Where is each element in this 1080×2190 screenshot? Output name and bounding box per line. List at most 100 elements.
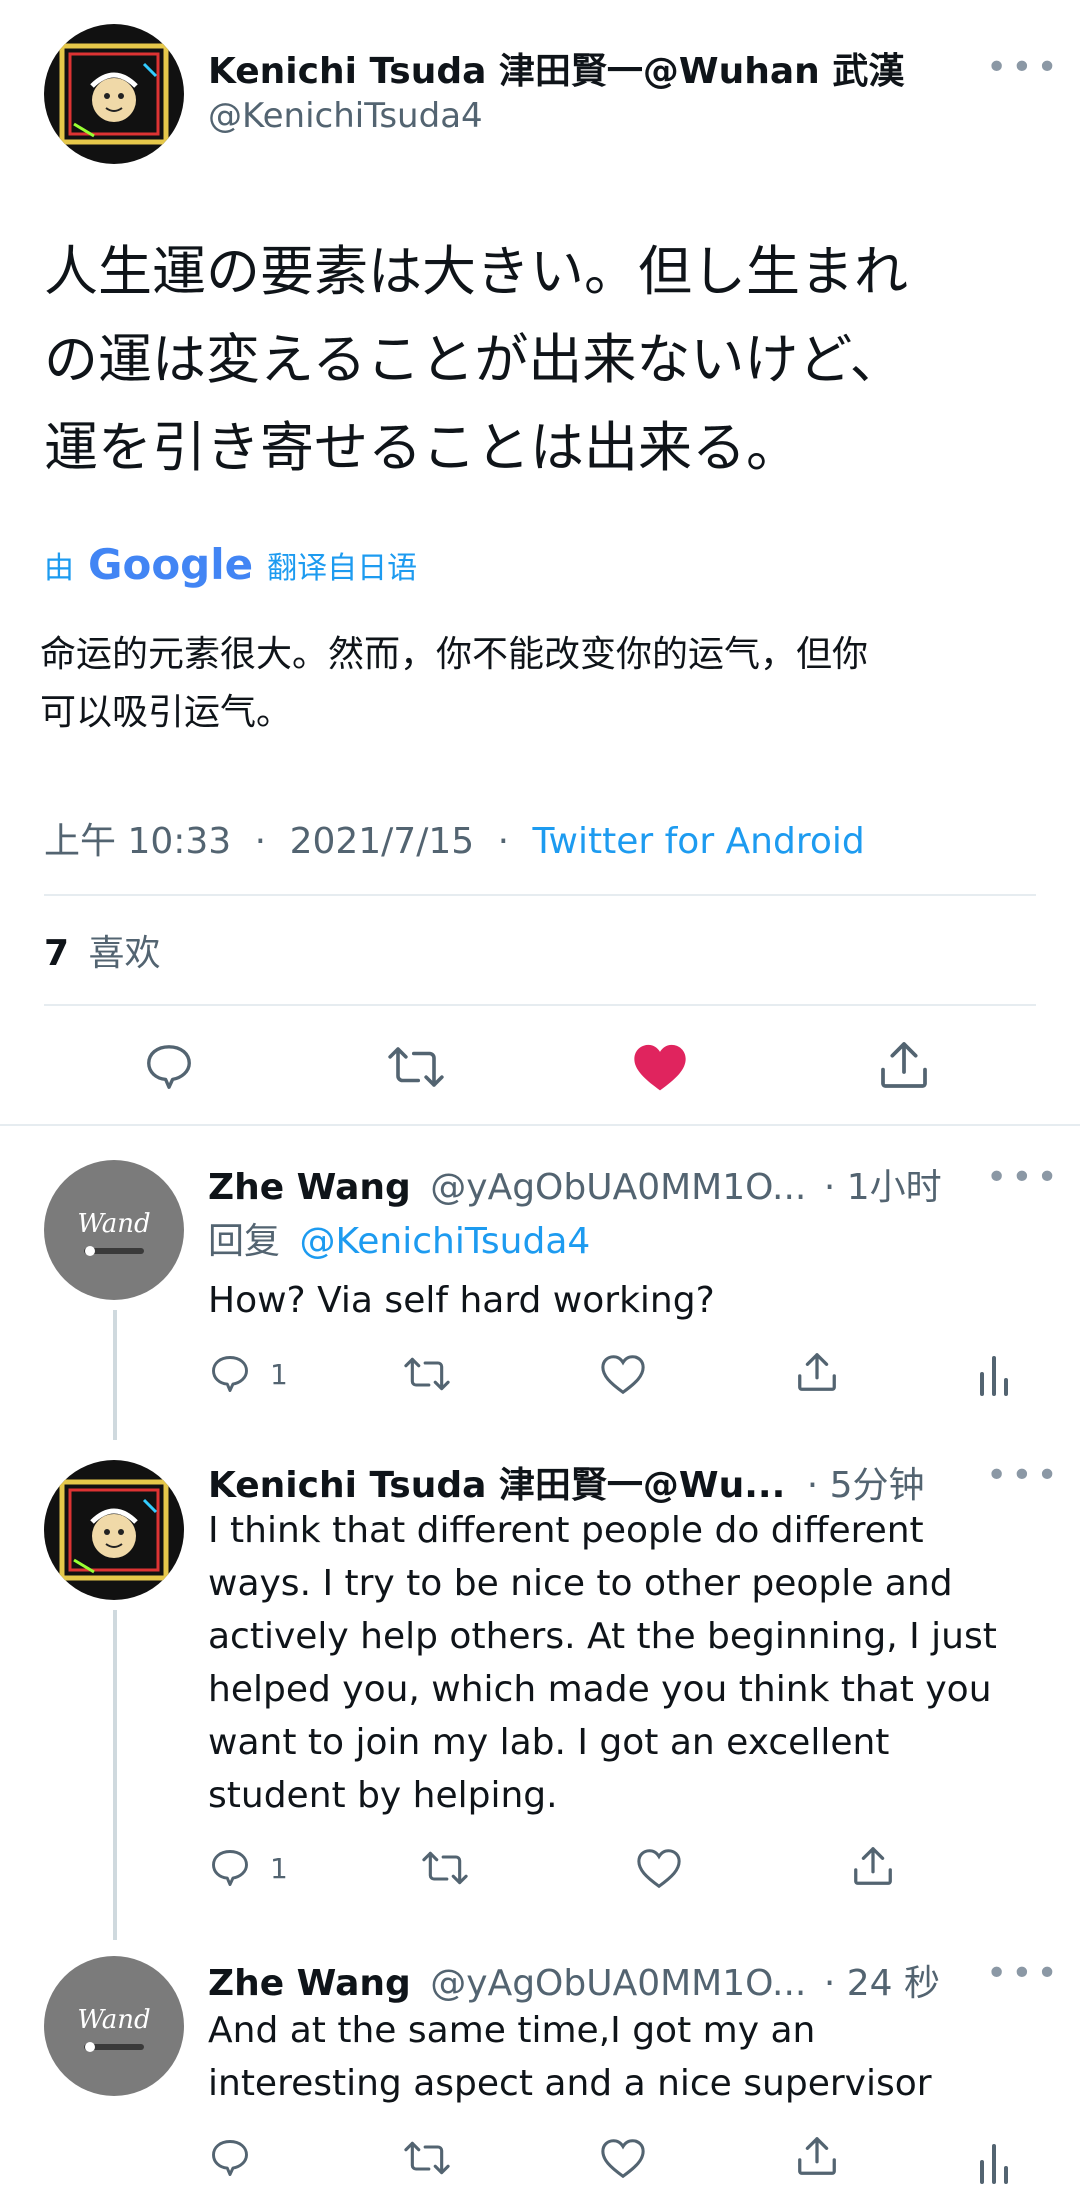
heart-icon: [601, 2139, 645, 2179]
reply-icon: [212, 1850, 248, 1886]
translated-text-line: 可以吸引运气。: [40, 692, 293, 733]
more-options-icon[interactable]: •••: [986, 1956, 1062, 1992]
google-logo: Google: [88, 540, 254, 589]
share-icon: [798, 2137, 836, 2175]
likes-label: 喜欢: [88, 933, 161, 974]
retweet-button[interactable]: [386, 1040, 446, 1098]
reply-text-line: interesting aspect and a nice supervisor: [208, 2063, 932, 2104]
thread-line: [113, 1610, 117, 1940]
reply-text-line: I think that different people do differe…: [208, 1510, 924, 1551]
retweet-icon: [422, 1851, 468, 1885]
retweet-button[interactable]: [402, 2136, 452, 2184]
reply-count: 1: [270, 1357, 288, 1391]
reply-time[interactable]: · 5分钟: [807, 1465, 925, 1506]
reply-author-name[interactable]: Kenichi Tsuda 津田賢一@Wu...: [208, 1465, 785, 1506]
analytics-icon: [980, 2144, 1008, 2184]
heart-icon: [601, 1355, 645, 1395]
translated-text: 命运的元素很大。然而，你不能改变你的运气，但你 可以吸引运气。: [40, 626, 868, 742]
translated-from: 翻译自日语: [267, 550, 418, 586]
reply-avatar[interactable]: [44, 1460, 184, 1600]
reply-handle[interactable]: @yAgObUA0MM1O...: [430, 1963, 806, 2004]
reply-avatar[interactable]: Wand: [44, 1956, 184, 2096]
reply-header: Zhe Wang @yAgObUA0MM1O... · 24 秒: [208, 1954, 940, 2006]
replying-to-label: 回复: [208, 1221, 281, 1262]
analytics-button[interactable]: [976, 2140, 1012, 2188]
reply-text-line: How? Via self hard working?: [208, 1280, 715, 1321]
author-avatar[interactable]: [44, 24, 184, 164]
reply-text-line: want to join my lab. I got an excellent: [208, 1722, 890, 1763]
analytics-icon: [980, 1356, 1008, 1396]
wand-logo-icon: Wand: [77, 1209, 151, 1256]
reply-time[interactable]: · 24 秒: [824, 1963, 940, 2004]
divider: [0, 1124, 1080, 1126]
avatar-drawing-icon: [59, 1479, 169, 1581]
like-button[interactable]: [600, 1352, 646, 1400]
share-icon: [881, 1042, 927, 1088]
author-name[interactable]: Kenichi Tsuda 津田賢一@Wuhan 武漢: [208, 42, 904, 94]
reply-icon: [212, 2140, 248, 2176]
like-button[interactable]: [636, 1846, 682, 1894]
reply-button[interactable]: [142, 1040, 196, 1098]
reply-button[interactable]: 1: [208, 1846, 288, 1890]
author-handle[interactable]: @KenichiTsuda4: [208, 96, 483, 136]
reply-handle[interactable]: @yAgObUA0MM1O...: [430, 1167, 806, 1208]
tweet-text: 人生運の要素は大きい。但し生まれ の運は変えることが出来ないけど、 運を引き寄せ…: [44, 228, 908, 492]
meta-separator: ·: [497, 821, 510, 862]
retweet-icon: [404, 2141, 450, 2175]
retweet-button[interactable]: [420, 1846, 470, 1894]
translated-text-line: 命运的元素很大。然而，你不能改变你的运气，但你: [40, 634, 869, 675]
thread-line: [113, 1310, 117, 1440]
reply-time[interactable]: · 1小时: [824, 1167, 942, 1208]
tweet-date[interactable]: 2021/7/15: [290, 821, 475, 862]
reply-text-line: helped you, which made you think that yo…: [208, 1669, 992, 1710]
like-button[interactable]: [632, 1040, 688, 1098]
reply-avatar[interactable]: Wand: [44, 1160, 184, 1300]
tweet-text-line: 運を引き寄せることは出来る。: [44, 416, 800, 479]
divider: [44, 1004, 1036, 1006]
heart-icon: [637, 1849, 681, 1889]
reply-icon: [212, 1356, 248, 1392]
divider: [44, 894, 1036, 896]
likes-count: 7: [44, 933, 70, 974]
share-icon: [798, 1353, 836, 1391]
share-button[interactable]: [876, 1036, 932, 1098]
heart-filled-icon: [634, 1044, 686, 1091]
share-button[interactable]: [794, 1348, 840, 1400]
more-options-icon[interactable]: •••: [986, 50, 1062, 86]
tweet-time[interactable]: 上午 10:33: [44, 821, 231, 862]
analytics-button[interactable]: [976, 1352, 1012, 1400]
avatar-drawing-icon: [59, 43, 169, 145]
retweet-button[interactable]: [402, 1352, 452, 1400]
likes-summary[interactable]: 7 喜欢: [44, 924, 161, 976]
reply-icon: [147, 1045, 191, 1089]
tweet-meta: 上午 10:33 · 2021/7/15 · Twitter for Andro…: [44, 812, 865, 864]
share-button[interactable]: [794, 2132, 840, 2184]
reply-text-line: actively help others. At the beginning, …: [208, 1616, 997, 1657]
tweet-source[interactable]: Twitter for Android: [533, 821, 865, 862]
retweet-icon: [404, 1357, 450, 1391]
share-button[interactable]: [850, 1842, 896, 1894]
tweet-text-line: の運は変えることが出来ないけど、: [44, 328, 904, 391]
more-options-icon[interactable]: •••: [986, 1458, 1062, 1494]
reply-header: Kenichi Tsuda 津田賢一@Wu... · 5分钟: [208, 1456, 925, 1508]
reply-author-name[interactable]: Zhe Wang: [208, 1167, 411, 1208]
share-icon: [854, 1847, 892, 1885]
reply-button[interactable]: 1: [208, 1352, 288, 1396]
reply-text-line: student by helping.: [208, 1775, 558, 1816]
reply-count: 1: [270, 1851, 288, 1885]
reply-header: Zhe Wang @yAgObUA0MM1O... · 1小时: [208, 1158, 942, 1210]
wand-logo-icon: Wand: [77, 2005, 151, 2052]
translation-by: 由: [44, 550, 74, 586]
tweet-text-line: 人生運の要素は大きい。但し生まれ: [44, 240, 908, 303]
translation-attribution[interactable]: 由 Google 翻译自日语: [44, 540, 417, 589]
replying-to: 回复 @KenichiTsuda4: [208, 1212, 590, 1264]
reply-author-name[interactable]: Zhe Wang: [208, 1963, 411, 2004]
reply-text: How? Via self hard working?: [208, 1280, 715, 1321]
meta-separator: ·: [254, 821, 267, 862]
reply-button[interactable]: [208, 2136, 252, 2184]
reply-text: I think that different people do differe…: [208, 1504, 997, 1822]
retweet-icon: [388, 1047, 444, 1087]
like-button[interactable]: [600, 2136, 646, 2184]
replying-to-handle[interactable]: @KenichiTsuda4: [299, 1221, 590, 1262]
more-options-icon[interactable]: •••: [986, 1160, 1062, 1196]
